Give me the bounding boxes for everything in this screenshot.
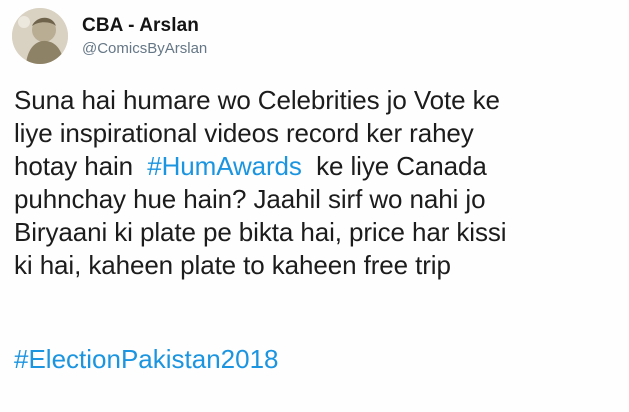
tweet-text-line: Suna hai humare wo Celebrities jo Vote k… [14, 85, 500, 115]
hashtag-link-humawards[interactable]: #HumAwards [147, 151, 302, 181]
tweet-text-line: Biryaani ki plate pe bikta hai, price ha… [14, 217, 507, 247]
tweet-header: CBA - Arslan @ComicsByArslan [12, 8, 207, 64]
tweet-text-line: liye inspirational videos record ker rah… [14, 118, 474, 148]
tweet-text-fragment: hotay hain [14, 151, 133, 181]
author-identity: CBA - Arslan @ComicsByArslan [82, 15, 207, 58]
tweet-text-fragment: ke liye Canada [316, 151, 487, 181]
tweet-footer-hashtag-row: #ElectionPakistan2018 [14, 343, 279, 376]
tweet-text-line: puhnchay hue hain? Jaahil sirf wo nahi j… [14, 184, 486, 214]
tweet-text-line: hotay hain #HumAwards ke liye Canada [14, 150, 622, 183]
tweet-card: CBA - Arslan @ComicsByArslan Suna hai hu… [0, 0, 629, 412]
avatar[interactable] [12, 8, 68, 64]
author-handle[interactable]: @ComicsByArslan [82, 40, 207, 58]
author-display-name[interactable]: CBA - Arslan [82, 15, 207, 37]
tweet-text-line: ki hai, kaheen plate to kaheen free trip [14, 250, 451, 280]
profile-photo-icon [12, 8, 68, 64]
tweet-text: Suna hai humare wo Celebrities jo Vote k… [14, 84, 622, 282]
hashtag-link-electionpakistan2018[interactable]: #ElectionPakistan2018 [14, 344, 279, 374]
